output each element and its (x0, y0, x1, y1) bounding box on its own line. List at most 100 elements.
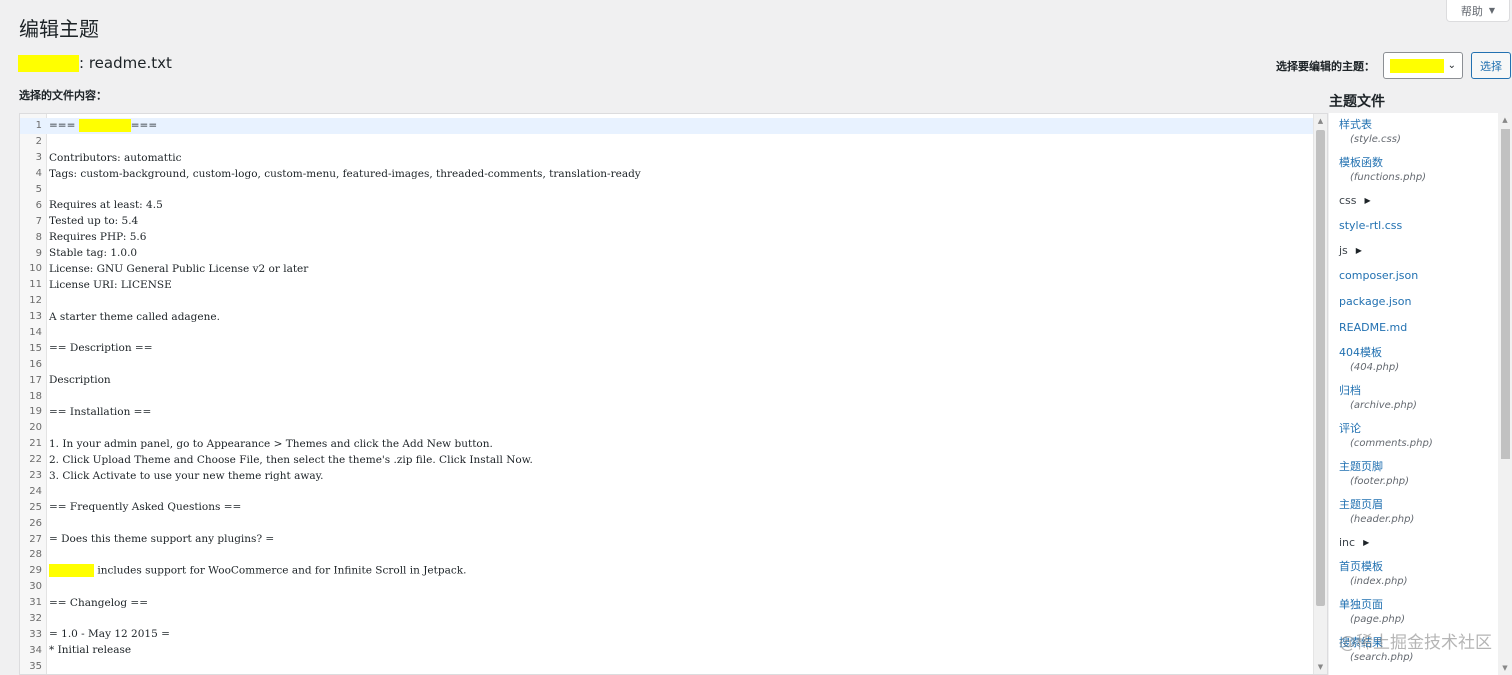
page-title: 编辑主题 (19, 17, 99, 41)
line-text: Tags: custom-background, custom-logo, cu… (49, 167, 641, 180)
code-line[interactable]: 29 includes support for WooCommerce and … (20, 563, 1313, 579)
code-line[interactable]: 2 (20, 134, 1313, 150)
tree-file-item[interactable]: 首页模板 (index.php) (1339, 555, 1498, 593)
line-text-suffix: === (130, 119, 158, 132)
theme-select-label: 选择要编辑的主题： (1276, 59, 1375, 73)
tree-file-item[interactable]: shortcodes.php (1339, 669, 1498, 675)
code-line[interactable]: 22 2. Click Upload Theme and Choose File,… (20, 452, 1313, 468)
scroll-up-icon[interactable]: ▲ (1498, 113, 1512, 127)
file-link[interactable]: 归档 (1339, 383, 1498, 399)
tree-file-item[interactable]: 归档 (archive.php) (1339, 379, 1498, 417)
tree-file-item[interactable]: composer.json (1339, 263, 1498, 289)
file-link[interactable]: style-rtl.css (1339, 218, 1498, 234)
line-text: == Changelog == (49, 596, 149, 609)
tree-file-item[interactable]: 主题页脚 (footer.php) (1339, 455, 1498, 493)
file-link[interactable]: README.md (1339, 320, 1498, 336)
code-line[interactable]: 6 Requires at least: 4.5 (20, 197, 1313, 213)
code-line[interactable]: 11 License URI: LICENSE (20, 277, 1313, 293)
tree-scroll-thumb[interactable] (1501, 129, 1510, 459)
line-number: 25 (29, 501, 42, 513)
line-text: === === (49, 119, 158, 133)
code-line[interactable]: 32 (20, 611, 1313, 627)
code-line[interactable]: 1 === === (20, 118, 1313, 134)
tree-folder-inc[interactable]: inc ▶ (1339, 531, 1498, 555)
redacted-theme-option (1390, 58, 1444, 73)
select-theme-button[interactable]: 选择 (1471, 52, 1511, 79)
tree-file-item[interactable]: 样式表 (style.css) (1339, 113, 1498, 151)
code-line[interactable]: 8 Requires PHP: 5.6 (20, 229, 1313, 245)
tree-file-item[interactable]: 404模板 (404.php) (1339, 341, 1498, 379)
file-link[interactable]: 主题页眉 (1339, 497, 1498, 513)
line-number: 14 (29, 327, 42, 339)
code-line[interactable]: 20 (20, 420, 1313, 436)
theme-file-tree: 样式表 (style.css) 模板函数 (functions.php) css ▶ sty… (1329, 113, 1512, 675)
tree-file-item[interactable]: 模板函数 (functions.php) (1339, 151, 1498, 189)
scroll-down-icon[interactable]: ▼ (1498, 661, 1512, 675)
code-line[interactable]: 19 == Installation == (20, 404, 1313, 420)
scroll-up-icon[interactable]: ▲ (1314, 114, 1327, 128)
tree-scrollbar[interactable]: ▲ ▼ (1498, 113, 1512, 675)
line-text: includes support for WooCommerce and for… (49, 564, 466, 578)
line-number: 33 (29, 628, 42, 640)
line-number: 22 (29, 454, 42, 466)
line-text: License URI: LICENSE (49, 278, 172, 291)
code-line[interactable]: 28 (20, 547, 1313, 563)
file-link[interactable]: 样式表 (1339, 117, 1498, 133)
code-line[interactable]: 26 (20, 515, 1313, 531)
code-line[interactable]: 21 1. In your admin panel, go to Appearan… (20, 436, 1313, 452)
tree-folder-css[interactable]: css ▶ (1339, 189, 1498, 213)
code-line[interactable]: 10 License: GNU General Public License v2… (20, 261, 1313, 277)
file-link[interactable]: 404模板 (1339, 345, 1498, 361)
code-line[interactable]: 14 (20, 325, 1313, 341)
tree-file-item[interactable]: README.md (1339, 315, 1498, 341)
file-link[interactable]: 主题页脚 (1339, 459, 1498, 475)
tree-file-item[interactable]: style-rtl.css (1339, 213, 1498, 239)
editor-scrollbar[interactable]: ▲ ▼ (1313, 114, 1327, 674)
code-line[interactable]: 16 (20, 356, 1313, 372)
code-line[interactable]: 5 (20, 182, 1313, 198)
code-line[interactable]: 17 Description (20, 372, 1313, 388)
editor-scroll-thumb[interactable] (1316, 130, 1325, 606)
theme-dropdown[interactable]: ⌄ (1383, 52, 1463, 79)
folder-label: inc (1339, 536, 1356, 549)
line-number: 23 (29, 470, 42, 482)
line-number: 20 (29, 422, 42, 434)
content-label: 选择的文件内容： (19, 89, 107, 102)
file-link[interactable]: package.json (1339, 294, 1498, 310)
tree-file-item[interactable]: 主题页眉 (header.php) (1339, 493, 1498, 531)
tree-file-item[interactable]: package.json (1339, 289, 1498, 315)
line-text: 1. In your admin panel, go to Appearance… (49, 437, 493, 450)
code-line[interactable]: 25 == Frequently Asked Questions == (20, 499, 1313, 515)
code-line[interactable]: 7 Tested up to: 5.4 (20, 213, 1313, 229)
code-line[interactable]: 9 Stable tag: 1.0.0 (20, 245, 1313, 261)
code-line[interactable]: 23 3. Click Activate to use your new them… (20, 468, 1313, 484)
code-line[interactable]: 15 == Description == (20, 340, 1313, 356)
file-link[interactable]: 评论 (1339, 421, 1498, 437)
code-line[interactable]: 35 (20, 658, 1313, 674)
code-line[interactable]: 34 * Initial release (20, 642, 1313, 658)
tree-file-item[interactable]: 单独页面 (page.php) (1339, 593, 1498, 631)
file-link[interactable]: 单独页面 (1339, 597, 1498, 613)
line-number: 30 (29, 581, 42, 593)
tree-file-item[interactable]: 评论 (comments.php) (1339, 417, 1498, 455)
chevron-down-icon: ⌄ (1447, 60, 1456, 71)
code-line[interactable]: 33 = 1.0 - May 12 2015 = (20, 627, 1313, 643)
expand-triangle-icon: ▶ (1363, 538, 1370, 547)
code-line[interactable]: 3 Contributors: automattic (20, 150, 1313, 166)
code-line[interactable]: 27 = Does this theme support any plugins?… (20, 531, 1313, 547)
file-link[interactable]: 首页模板 (1339, 559, 1498, 575)
code-line[interactable]: 12 (20, 293, 1313, 309)
file-link[interactable]: 模板函数 (1339, 155, 1498, 171)
line-number: 24 (29, 485, 42, 497)
code-line[interactable]: 31 == Changelog == (20, 595, 1313, 611)
help-tab[interactable]: 帮助 ▼ (1446, 0, 1510, 22)
code-editor[interactable]: 1 === === 2 3 Contributors: automattic 4 Tags:… (19, 113, 1328, 675)
code-line[interactable]: 30 (20, 579, 1313, 595)
tree-folder-js[interactable]: js ▶ (1339, 239, 1498, 263)
code-line[interactable]: 24 (20, 483, 1313, 499)
scroll-down-icon[interactable]: ▼ (1314, 660, 1327, 674)
file-link[interactable]: composer.json (1339, 268, 1498, 284)
code-line[interactable]: 4 Tags: custom-background, custom-logo, c… (20, 166, 1313, 182)
code-line[interactable]: 18 (20, 388, 1313, 404)
code-line[interactable]: 13 A starter theme called adagene. (20, 309, 1313, 325)
